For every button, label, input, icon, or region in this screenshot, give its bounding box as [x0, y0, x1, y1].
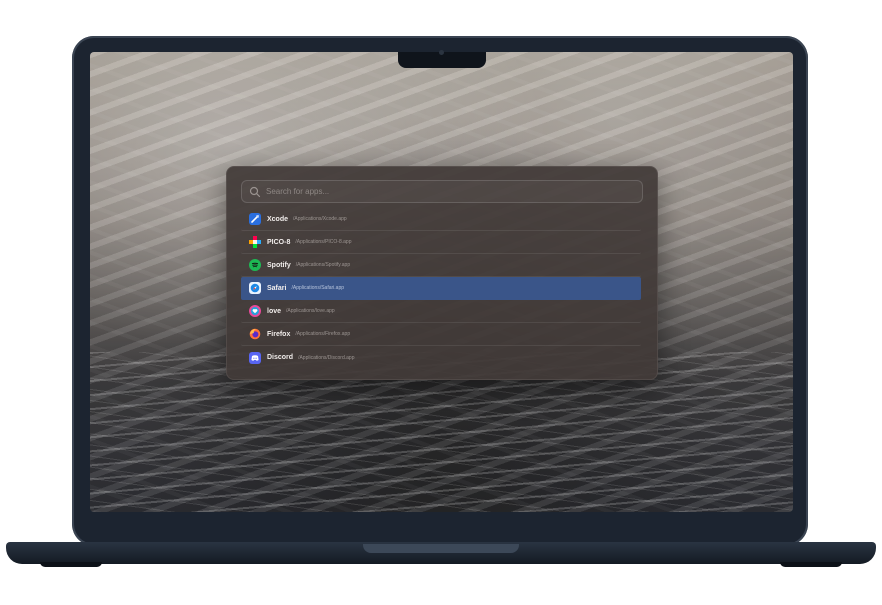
app-path: /Applications/love.app [286, 308, 335, 314]
app-row-xcode[interactable]: Xcode /Applications/Xcode.app [241, 208, 641, 231]
search-input[interactable] [266, 187, 642, 196]
app-row-firefox[interactable]: Firefox /Applications/Firefox.app [241, 323, 641, 346]
app-row-safari[interactable]: Safari /Applications/Safari.app [241, 277, 641, 300]
app-path: /Applications/PICO-8.app [295, 239, 352, 245]
app-path: /Applications/Firefox.app [295, 331, 351, 337]
firefox-icon [249, 328, 261, 340]
app-path: /Applications/Xcode.app [293, 216, 347, 222]
search-icon [249, 186, 261, 198]
spotify-icon [249, 259, 261, 271]
app-row-pico8[interactable]: PICO-8 /Applications/PICO-8.app [241, 231, 641, 254]
app-row-spotify[interactable]: Spotify /Applications/Spotify.app [241, 254, 641, 277]
laptop-foot-left [40, 562, 102, 567]
laptop-foot-right [780, 562, 842, 567]
app-name: Firefox [267, 330, 291, 338]
app-name: Discord [267, 354, 294, 361]
app-path: /Applications/Safari.app [291, 285, 345, 291]
love-icon [249, 305, 261, 317]
app-name: Xcode [267, 215, 289, 223]
safari-icon [249, 282, 261, 294]
app-name: love [267, 307, 282, 315]
app-launcher-panel: Xcode /Applications/Xcode.app PICO-8 /Ap… [226, 166, 658, 380]
laptop-hinge [363, 544, 519, 553]
app-path: /Applications/Discord.app [298, 354, 355, 361]
xcode-icon [249, 213, 261, 225]
search-bar[interactable] [241, 180, 643, 203]
app-name: Safari [267, 284, 287, 292]
app-name: PICO-8 [267, 238, 291, 246]
discord-icon [249, 351, 261, 364]
app-row-love[interactable]: love /Applications/love.app [241, 300, 641, 323]
camera-icon [439, 50, 444, 55]
app-path: /Applications/Spotify.app [295, 262, 351, 268]
app-list: Xcode /Applications/Xcode.app PICO-8 /Ap… [241, 208, 641, 369]
app-name: Spotify [267, 261, 291, 269]
app-row-discord[interactable]: Discord /Applications/Discord.app [241, 346, 641, 369]
pico8-icon [249, 236, 261, 248]
